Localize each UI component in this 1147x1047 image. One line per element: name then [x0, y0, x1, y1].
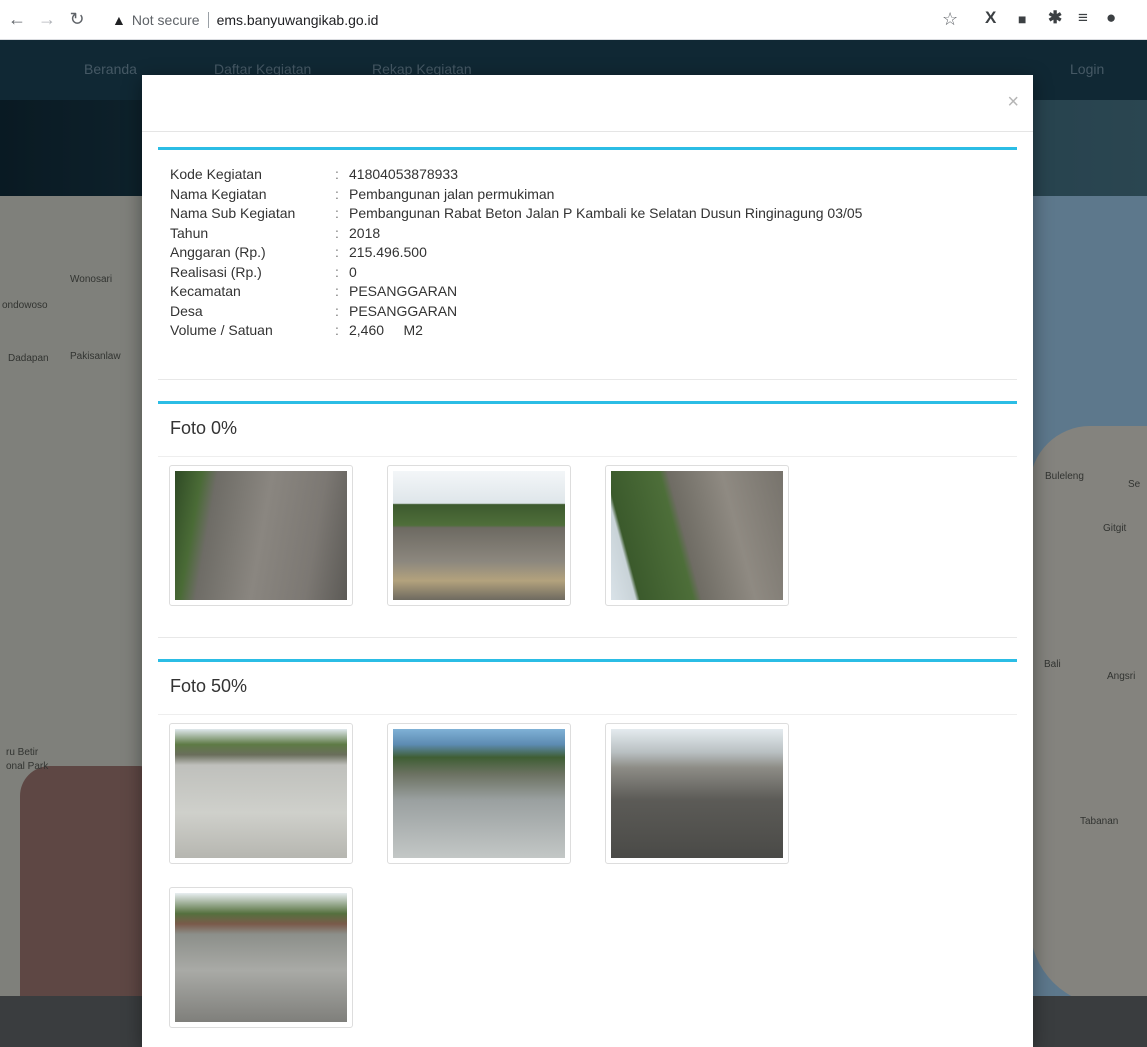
- info-label: Volume / Satuan: [170, 322, 273, 338]
- info-value: PESANGGARAN: [349, 302, 458, 319]
- info-value: 2,460 M2: [349, 322, 423, 338]
- info-value: 2018: [349, 224, 381, 241]
- info-colon: :: [335, 224, 339, 241]
- extensions-puzzle-icon[interactable]: ✱: [1048, 8, 1062, 28]
- info-value: PESANGGARAN: [349, 283, 458, 299]
- reading-list-icon[interactable]: ≡: [1078, 8, 1088, 28]
- info-row: Tahun:2018: [170, 224, 862, 244]
- bookmark-star-icon[interactable]: ☆: [942, 9, 958, 30]
- info-colon: :: [335, 263, 339, 280]
- photo-thumbnail[interactable]: [605, 723, 789, 864]
- photo-thumbnail[interactable]: [387, 465, 571, 606]
- info-label: Nama Sub Kegiatan: [170, 205, 296, 221]
- panel-divider: [158, 637, 1017, 638]
- info-colon: :: [335, 244, 339, 260]
- address-bar[interactable]: ▲ Not secure ems.banyuwangikab.go.id: [112, 6, 982, 34]
- panel-header-divider: [158, 456, 1017, 457]
- photo-thumbnail[interactable]: [169, 465, 353, 606]
- extension-x-icon[interactable]: X: [985, 8, 996, 28]
- panel-header-divider: [158, 714, 1017, 715]
- concrete-road-photo: [393, 729, 565, 858]
- info-label: Kode Kegiatan: [170, 166, 262, 182]
- road-photo: [611, 471, 783, 600]
- security-label: Not secure: [131, 12, 200, 28]
- extension-square-icon[interactable]: ■: [1018, 11, 1026, 27]
- concrete-road-photo: [611, 729, 783, 858]
- activity-info-panel: Kode Kegiatan:41804053878933 Nama Kegiat…: [158, 147, 1017, 380]
- panel-divider: [158, 379, 1017, 380]
- info-label: Realisasi (Rp.): [170, 263, 262, 280]
- info-value: 215.496.500: [349, 244, 427, 260]
- road-photo: [175, 471, 347, 600]
- reload-icon[interactable]: ↻: [64, 7, 90, 33]
- info-row: Anggaran (Rp.):215.496.500: [170, 243, 862, 263]
- info-value: Pembangunan jalan permukiman: [349, 185, 555, 202]
- info-colon: :: [335, 166, 339, 182]
- info-row: Nama Sub Kegiatan: Pembangunan Rabat Beto…: [170, 204, 862, 224]
- info-row: Desa: PESANGGARAN: [170, 302, 862, 322]
- activity-info-list: Kode Kegiatan:41804053878933 Nama Kegiat…: [170, 165, 862, 341]
- road-photo: [393, 471, 565, 600]
- info-label: Anggaran (Rp.): [170, 244, 266, 260]
- warning-icon: ▲: [112, 12, 126, 28]
- info-colon: :: [335, 302, 339, 319]
- photo-thumbnail[interactable]: [387, 723, 571, 864]
- profile-icon[interactable]: ●: [1106, 8, 1116, 28]
- concrete-road-photo: [175, 729, 347, 858]
- info-colon: :: [335, 205, 339, 221]
- photo-panel-title: Foto 50%: [170, 676, 248, 696]
- url-text[interactable]: ems.banyuwangikab.go.id: [217, 12, 379, 28]
- info-label: Desa: [170, 302, 203, 319]
- address-separator: [207, 12, 209, 28]
- info-row: Kode Kegiatan:41804053878933: [170, 165, 862, 185]
- photo-panel-50-percent: Foto 50%: [158, 659, 1017, 1047]
- info-row: Volume / Satuan:2,460 M2: [170, 321, 862, 341]
- info-colon: :: [335, 283, 339, 299]
- info-colon: :: [335, 322, 339, 338]
- photo-panel-title: Foto 0%: [170, 418, 238, 438]
- info-row: Kecamatan: PESANGGARAN: [170, 282, 862, 302]
- info-value: 41804053878933: [349, 166, 459, 182]
- activity-detail-modal: × Kode Kegiatan:41804053878933 Nama Kegi…: [142, 75, 1033, 1047]
- photo-thumbnail[interactable]: [169, 723, 353, 864]
- photo-thumbnail[interactable]: [605, 465, 789, 606]
- modal-header-divider: [142, 131, 1033, 132]
- info-label: Kecamatan: [170, 283, 241, 299]
- forward-icon[interactable]: →: [34, 7, 60, 33]
- info-value: Pembangunan Rabat Beton Jalan P Kambali …: [349, 205, 863, 221]
- close-icon[interactable]: ×: [1007, 91, 1019, 114]
- concrete-road-photo: [175, 893, 347, 1022]
- info-label: Nama Kegiatan: [170, 185, 267, 202]
- info-row: Realisasi (Rp.):0: [170, 263, 862, 283]
- info-colon: :: [335, 185, 339, 202]
- back-icon[interactable]: ←: [4, 7, 30, 33]
- info-label: Tahun: [170, 224, 209, 241]
- info-row: Nama Kegiatan: Pembangunan jalan permukim…: [170, 185, 862, 205]
- photo-thumbnail[interactable]: [169, 887, 353, 1028]
- browser-toolbar: ← → ↻ ▲ Not secure ems.banyuwangikab.go.…: [0, 0, 1147, 40]
- info-value: 0: [349, 263, 357, 280]
- photo-panel-0-percent: Foto 0%: [158, 401, 1017, 638]
